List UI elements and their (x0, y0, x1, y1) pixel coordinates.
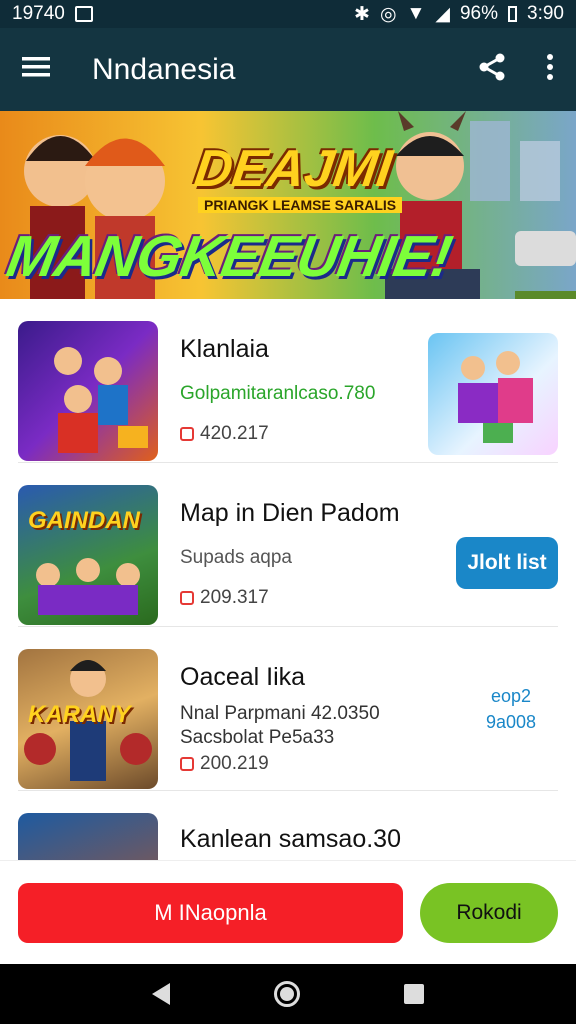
secondary-action-button[interactable]: Rokodi (420, 883, 558, 943)
checkbox-icon (180, 427, 194, 441)
game-thumbnail: GAINDAN (18, 485, 158, 625)
home-icon[interactable] (274, 981, 300, 1007)
game-count: 420.217 (180, 423, 269, 445)
game-list-button[interactable]: Jlolt list (456, 537, 558, 589)
game-thumbnail (18, 321, 158, 461)
alarm-icon: ◎ (379, 3, 397, 25)
app-title: Nndanesia (92, 52, 236, 86)
game-list: Klanlaia Golpamitaranlcaso.780 420.217 G… (0, 299, 576, 860)
back-icon[interactable] (152, 983, 170, 1005)
list-item[interactable]: Kanlean samsao.30 (18, 791, 558, 860)
status-time-right: 3:90 (527, 3, 564, 24)
game-preview-image[interactable] (428, 333, 558, 455)
thumbnail-logo-text: GAINDAN (28, 507, 140, 534)
game-count-value: 200.219 (200, 753, 269, 774)
game-code-line-2: 9a008 (485, 712, 536, 732)
banner-title-top: DEAJMI (190, 140, 396, 198)
app-bar: Nndanesia (0, 28, 576, 111)
share-icon[interactable] (478, 53, 506, 86)
battery-percent: 96% (459, 3, 499, 24)
bottom-actions: M INaopnla Rokodi (0, 860, 576, 964)
list-item[interactable]: KARANY Oaceal Iika Nnal Parpmani 42.0350… (18, 627, 558, 791)
list-item[interactable]: Klanlaia Golpamitaranlcaso.780 420.217 (18, 299, 558, 463)
system-nav-bar (0, 964, 576, 1024)
bluetooth-icon: ✱ (354, 3, 370, 25)
game-title: Kanlean samsao.30 (180, 825, 401, 853)
thumbnail-logo-text: KARANY (28, 701, 131, 728)
banner-title-bottom: MANGKEEUHIE! (2, 224, 457, 289)
promo-banner[interactable]: DEAJMI PRIANGK LEAMSE SARALIS MANGKEEUHI… (0, 111, 576, 299)
recents-icon[interactable] (404, 984, 424, 1004)
banner-subtitle: PRIANGK LEAMSE SARALIS (198, 197, 403, 213)
checkbox-icon (180, 757, 194, 771)
game-subtitle-secondary: Sacsbolat Pe5a33 (180, 727, 335, 748)
signal-icon: ◢ (435, 3, 450, 25)
game-title: Oaceal Iika (180, 663, 306, 691)
more-options-icon[interactable] (546, 53, 554, 86)
image-notification-icon (74, 6, 93, 22)
game-thumbnail: KARANY (18, 649, 158, 789)
game-subtitle: Supads aqpa (180, 547, 292, 568)
game-count: 209.317 (180, 587, 269, 609)
wifi-icon: ▼ (406, 3, 426, 24)
game-count: 200.219 (180, 753, 269, 775)
primary-action-button[interactable]: M INaopnla (18, 883, 403, 943)
game-thumbnail (18, 813, 158, 860)
game-subtitle: Golpamitaranlcaso.780 (180, 383, 376, 404)
menu-icon[interactable] (22, 56, 50, 83)
status-time-left: 19740 (12, 3, 65, 24)
checkbox-icon (180, 591, 194, 605)
game-code: eop2 9a008 (486, 683, 536, 735)
battery-icon (508, 6, 518, 22)
game-count-value: 420.217 (200, 423, 269, 444)
game-subtitle: Nnal Parpmani 42.0350 (180, 703, 380, 724)
game-title: Map in Dien Padom (180, 499, 400, 527)
list-item[interactable]: GAINDAN Map in Dien Padom Supads aqpa 20… (18, 463, 558, 627)
game-code-line-1: eop2 (490, 686, 531, 706)
game-count-value: 209.317 (200, 587, 269, 608)
status-bar: 19740 ✱ ◎ ▼ ◢ 96% 3:90 (0, 0, 576, 28)
game-title: Klanlaia (180, 335, 269, 363)
